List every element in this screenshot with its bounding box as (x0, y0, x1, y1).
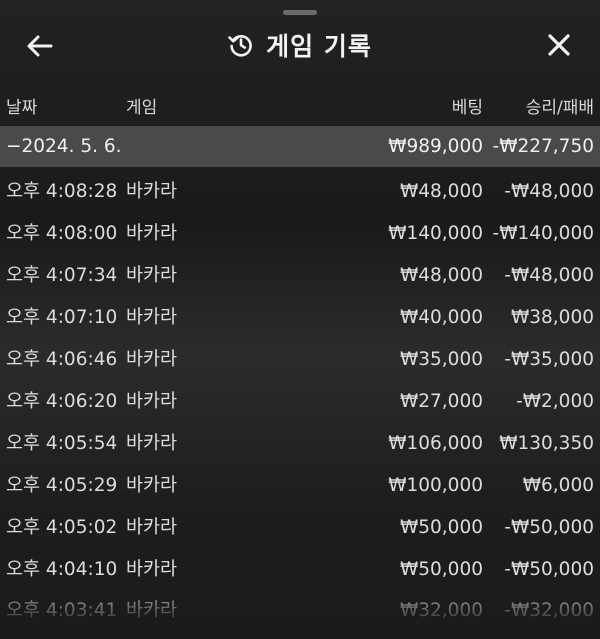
row-result: -₩35,000 (504, 349, 594, 370)
column-header-bet: 베팅 (451, 98, 483, 118)
row-time: 오후 4:05:29 (6, 475, 118, 496)
row-result: -₩48,000 (504, 181, 594, 202)
summary-date: −2024. 5. 6. (6, 136, 122, 157)
table-header: 날짜 게임 베팅 승리/패배 (0, 93, 600, 118)
back-button[interactable] (22, 28, 58, 64)
row-time: 오후 4:07:34 (6, 265, 118, 286)
table-row[interactable]: 오후 4:04:10 바카라 ₩50,000 -₩50,000 (0, 557, 600, 583)
row-time: 오후 4:03:41 (6, 600, 118, 621)
close-icon (548, 34, 570, 56)
row-game: 바카라 (126, 559, 178, 580)
row-bet: ₩27,000 (399, 391, 483, 412)
row-result: ₩38,000 (510, 307, 594, 328)
table-row[interactable]: 오후 4:03:41 바카라 ₩32,000 -₩32,000 (0, 598, 600, 624)
table-row[interactable]: 오후 4:06:46 바카라 ₩35,000 -₩35,000 (0, 347, 600, 373)
row-bet: ₩50,000 (399, 517, 483, 538)
row-bet: ₩48,000 (399, 181, 483, 202)
arrow-left-icon (27, 35, 53, 57)
row-bet: ₩50,000 (399, 559, 483, 580)
row-time: 오후 4:06:46 (6, 349, 118, 370)
row-bet: ₩100,000 (388, 475, 483, 496)
history-icon (228, 35, 252, 57)
row-game: 바카라 (126, 600, 178, 621)
row-result: ₩6,000 (522, 475, 594, 496)
row-bet: ₩40,000 (399, 307, 483, 328)
row-result: -₩140,000 (492, 223, 594, 244)
header-bar: 게임 기록 (0, 20, 600, 70)
row-bet: ₩140,000 (388, 223, 483, 244)
row-bet: ₩48,000 (399, 265, 483, 286)
row-time: 오후 4:05:02 (6, 517, 118, 538)
close-button[interactable] (540, 26, 578, 64)
row-game: 바카라 (126, 349, 178, 370)
row-result: -₩50,000 (504, 517, 594, 538)
sheet-grabber[interactable] (283, 10, 317, 15)
column-header-result: 승리/패배 (525, 98, 594, 118)
row-time: 오후 4:04:10 (6, 559, 118, 580)
row-game: 바카라 (126, 223, 178, 244)
row-bet: ₩35,000 (399, 349, 483, 370)
table-row[interactable]: 오후 4:08:00 바카라 ₩140,000 -₩140,000 (0, 221, 600, 247)
table-row[interactable]: 오후 4:05:54 바카라 ₩106,000 ₩130,350 (0, 431, 600, 457)
row-bet: ₩32,000 (399, 600, 483, 621)
table-row[interactable]: 오후 4:07:34 바카라 ₩48,000 -₩48,000 (0, 263, 600, 289)
row-result: -₩50,000 (504, 559, 594, 580)
row-result: -₩2,000 (516, 391, 594, 412)
date-group-summary[interactable]: −2024. 5. 6. ₩989,000 -₩227,750 (0, 126, 600, 167)
game-history-sheet: 게임 기록 날짜 게임 베팅 승리/패배 −2024. 5. 6. ₩989,0… (0, 0, 600, 639)
table-row[interactable]: 오후 4:06:20 바카라 ₩27,000 -₩2,000 (0, 389, 600, 415)
page-title: 게임 기록 (266, 32, 372, 61)
row-time: 오후 4:07:10 (6, 307, 118, 328)
row-time: 오후 4:05:54 (6, 433, 118, 454)
row-time: 오후 4:06:20 (6, 391, 118, 412)
column-header-game: 게임 (126, 98, 158, 118)
row-game: 바카라 (126, 517, 178, 538)
table-row[interactable]: 오후 4:05:29 바카라 ₩100,000 ₩6,000 (0, 473, 600, 499)
summary-result: -₩227,750 (492, 136, 594, 157)
table-row[interactable]: 오후 4:07:10 바카라 ₩40,000 ₩38,000 (0, 305, 600, 331)
row-game: 바카라 (126, 307, 178, 328)
row-game: 바카라 (126, 181, 178, 202)
row-bet: ₩106,000 (388, 433, 483, 454)
row-result: ₩130,350 (499, 433, 594, 454)
table-row[interactable]: 오후 4:08:28 바카라 ₩48,000 -₩48,000 (0, 179, 600, 205)
table-row[interactable]: 오후 4:05:02 바카라 ₩50,000 -₩50,000 (0, 515, 600, 541)
row-time: 오후 4:08:00 (6, 223, 118, 244)
column-header-date: 날짜 (6, 98, 38, 118)
row-result: -₩48,000 (504, 265, 594, 286)
row-game: 바카라 (126, 265, 178, 286)
summary-bet: ₩989,000 (388, 136, 483, 157)
row-game: 바카라 (126, 475, 178, 496)
row-time: 오후 4:08:28 (6, 181, 118, 202)
title-group: 게임 기록 (0, 20, 600, 70)
row-game: 바카라 (126, 391, 178, 412)
row-game: 바카라 (126, 433, 178, 454)
row-result: -₩32,000 (504, 600, 594, 621)
